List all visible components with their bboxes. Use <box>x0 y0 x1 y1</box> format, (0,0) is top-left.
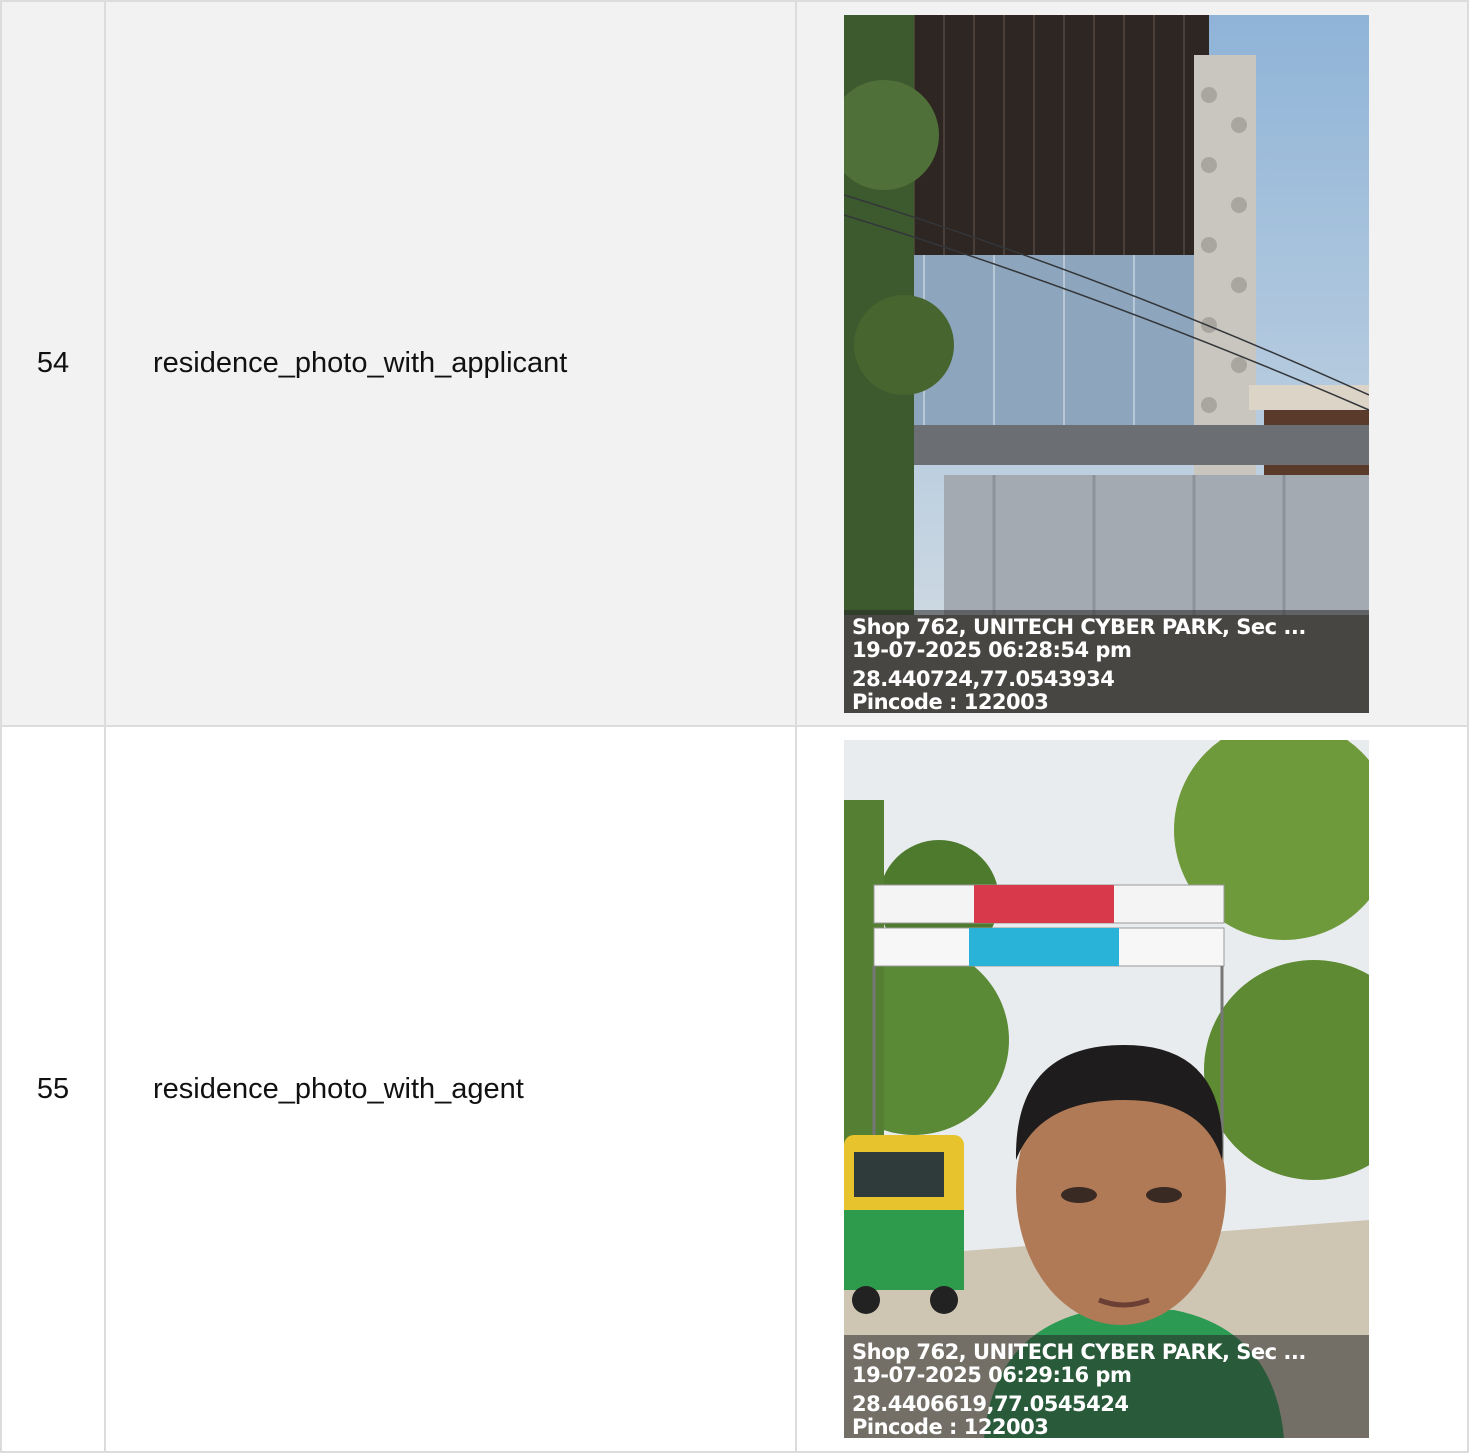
building-photo-image <box>844 14 1369 713</box>
geotag-stamp: Shop 762, UNITECH CYBER PARK, Sec ... 19… <box>844 609 1369 713</box>
stamp-pincode: Pincode : 122003 <box>852 1415 1049 1439</box>
row-number: 55 <box>0 725 106 1453</box>
stamp-address: Shop 762, UNITECH CYBER PARK, Sec ... <box>852 614 1306 639</box>
stamp-datetime: 19-07-2025 06:29:16 pm <box>852 1363 1132 1387</box>
agent-photo[interactable]: Shop 762, UNITECH CYBER PARK, Sec ... 19… <box>844 740 1369 1438</box>
stamp-datetime: 19-07-2025 06:28:54 pm <box>852 637 1132 662</box>
field-label: residence_photo_with_applicant <box>104 0 797 727</box>
stamp-pincode: Pincode : 122003 <box>852 689 1049 713</box>
photo-cell: Shop 762, UNITECH CYBER PARK, Sec ... 19… <box>795 725 1469 1453</box>
table-row: 55 residence_photo_with_agent Shop 762, … <box>0 725 1469 1453</box>
stamp-coordinates: 28.4406619,77.0545424 <box>852 1392 1129 1416</box>
residence-photo[interactable]: Shop 762, UNITECH CYBER PARK, Sec ... 19… <box>844 14 1369 713</box>
row-number: 54 <box>0 0 106 727</box>
stamp-coordinates: 28.440724,77.0543934 <box>852 666 1115 691</box>
table-row: 54 residence_photo_with_applicant Shop 7… <box>0 0 1469 727</box>
stamp-address: Shop 762, UNITECH CYBER PARK, Sec ... <box>852 1340 1306 1364</box>
photo-cell: Shop 762, UNITECH CYBER PARK, Sec ... 19… <box>795 0 1469 727</box>
field-label: residence_photo_with_agent <box>104 725 797 1453</box>
geotag-stamp: Shop 762, UNITECH CYBER PARK, Sec ... 19… <box>844 1335 1369 1438</box>
agent-selfie-image <box>844 740 1369 1438</box>
verification-photo-table: 54 residence_photo_with_applicant Shop 7… <box>0 0 1469 1453</box>
